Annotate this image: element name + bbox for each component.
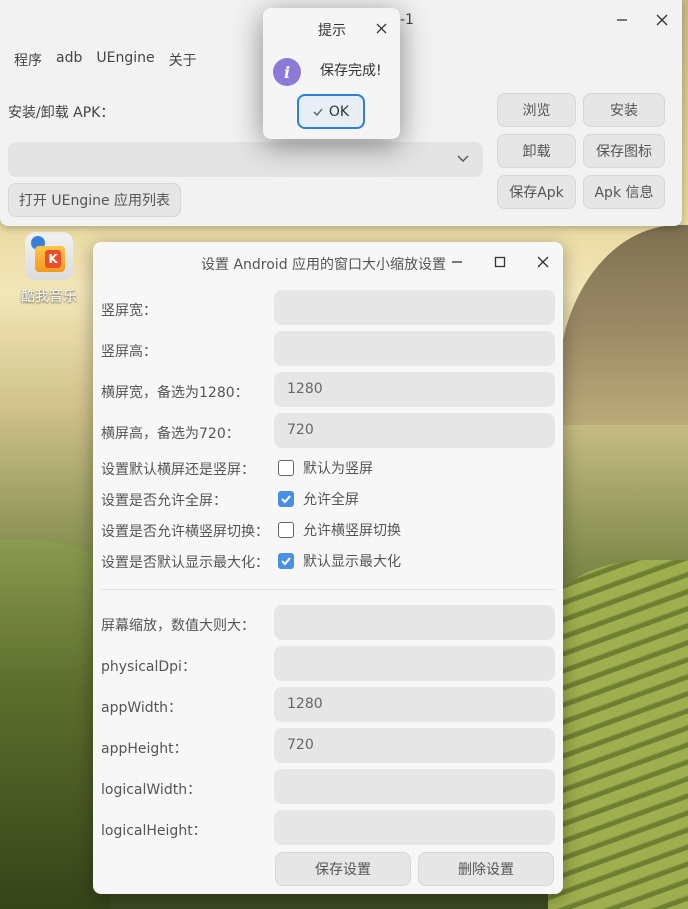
menu-program[interactable]: 程序 — [12, 48, 44, 72]
landscape-width-label: 横屏宽，备选为1280： — [101, 385, 249, 401]
info-icon: i — [273, 58, 301, 86]
allow-rotate-label: 设置是否允许横竖屏切换： — [101, 524, 269, 540]
minimize-icon — [452, 261, 462, 263]
close-icon — [376, 23, 386, 33]
open-uengine-list-button[interactable]: 打开 UEngine 应用列表 — [8, 183, 181, 217]
apk-info-button[interactable]: Apk 信息 — [583, 175, 665, 209]
settings-dialog-title: 设置 Android 应用的窗口大小缩放设置 — [201, 257, 447, 273]
browse-button[interactable]: 浏览 — [497, 93, 576, 127]
default-portrait-option: 默认为竖屏 — [303, 461, 373, 477]
portrait-width-input[interactable] — [274, 290, 555, 325]
minimize-button[interactable] — [445, 250, 469, 274]
kuwo-k-shape: K — [45, 250, 61, 268]
app-height-label: appHeight： — [101, 741, 188, 757]
menu-uengine[interactable]: UEngine — [94, 48, 156, 72]
chevron-down-icon[interactable] — [455, 150, 471, 166]
menu-about[interactable]: 关于 — [167, 48, 199, 72]
default-maximize-label: 设置是否默认显示最大化： — [101, 555, 269, 571]
apk-label: 安装/卸载 APK： — [8, 105, 115, 121]
logical-width-label: logicalWidth： — [101, 782, 202, 798]
physical-dpi-input[interactable] — [274, 646, 555, 681]
ok-button-label: OK — [328, 103, 350, 120]
wallpaper-terraces — [548, 560, 688, 909]
install-button[interactable]: 安装 — [583, 93, 665, 127]
ok-button[interactable]: OK — [297, 94, 365, 129]
delete-settings-button[interactable]: 删除设置 — [418, 852, 554, 886]
default-portrait-checkbox[interactable] — [278, 460, 294, 476]
save-settings-button[interactable]: 保存设置 — [275, 852, 411, 886]
close-button[interactable] — [531, 250, 555, 274]
logical-width-input[interactable] — [274, 769, 555, 804]
allow-rotate-checkbox-row[interactable]: 允许横竖屏切换 — [278, 520, 401, 540]
main-window-title: -1 — [400, 12, 414, 28]
uninstall-button[interactable]: 卸载 — [497, 134, 576, 168]
popup-message: 保存完成! — [320, 63, 382, 79]
app-width-label: appWidth： — [101, 700, 183, 716]
default-maximize-option: 默认显示最大化 — [303, 554, 401, 570]
allow-fullscreen-checkbox-row[interactable]: 允许全屏 — [278, 489, 359, 509]
screen-scale-input[interactable] — [274, 605, 555, 640]
screen-scale-label: 屏幕缩放，数值大则大： — [101, 618, 255, 634]
portrait-width-label: 竖屏宽： — [101, 303, 157, 319]
popup-close-button[interactable] — [369, 16, 393, 40]
maximize-icon — [494, 256, 506, 268]
save-complete-popup: 提示 i 保存完成! OK — [263, 8, 400, 139]
default-orientation-label: 设置默认横屏还是竖屏： — [101, 462, 255, 478]
desktop-icon-kuwo[interactable]: K 酷我音乐 — [18, 232, 80, 306]
app-width-input[interactable]: 1280 — [274, 687, 555, 722]
allow-fullscreen-checkbox[interactable] — [278, 491, 294, 507]
wallpaper-mountain — [558, 225, 688, 425]
save-icon-button[interactable]: 保存图标 — [583, 134, 665, 168]
checkmark-icon — [281, 557, 291, 566]
save-apk-button[interactable]: 保存Apk — [497, 175, 576, 209]
portrait-height-label: 竖屏高： — [101, 344, 157, 360]
minimize-button[interactable] — [610, 8, 634, 32]
close-button[interactable] — [650, 8, 674, 32]
portrait-height-input[interactable] — [274, 331, 555, 366]
app-height-input[interactable]: 720 — [274, 728, 555, 763]
maximize-button[interactable] — [488, 250, 512, 274]
landscape-height-label: 横屏高，备选为720： — [101, 426, 240, 442]
logical-height-input[interactable] — [274, 810, 555, 845]
landscape-width-input[interactable]: 1280 — [274, 372, 555, 407]
checkmark-icon — [313, 108, 323, 116]
allow-rotate-option: 允许横竖屏切换 — [303, 523, 401, 539]
menu-adb[interactable]: adb — [54, 48, 84, 72]
checkmark-icon — [281, 495, 291, 504]
menubar: 程序 adb UEngine 关于 — [12, 48, 199, 72]
landscape-height-input[interactable]: 720 — [274, 413, 555, 448]
default-portrait-checkbox-row[interactable]: 默认为竖屏 — [278, 458, 373, 478]
allow-fullscreen-label: 设置是否允许全屏： — [101, 493, 227, 509]
physical-dpi-label: physicalDpi： — [101, 659, 196, 675]
divider — [101, 589, 555, 590]
popup-title: 提示 — [318, 23, 346, 39]
minimize-icon — [617, 19, 627, 21]
settings-dialog: 设置 Android 应用的窗口大小缩放设置 竖屏宽： 竖屏高： 横屏宽，备选为… — [93, 242, 563, 894]
allow-fullscreen-option: 允许全屏 — [303, 492, 359, 508]
kuwo-music-icon: K — [25, 232, 73, 280]
logical-height-label: logicalHeight： — [101, 823, 207, 839]
close-icon — [656, 14, 668, 26]
allow-rotate-checkbox[interactable] — [278, 522, 294, 538]
default-maximize-checkbox[interactable] — [278, 553, 294, 569]
apk-path-combobox[interactable] — [8, 142, 483, 177]
close-icon — [537, 256, 549, 268]
default-maximize-checkbox-row[interactable]: 默认显示最大化 — [278, 551, 401, 571]
desktop-icon-label: 酷我音乐 — [21, 289, 77, 305]
